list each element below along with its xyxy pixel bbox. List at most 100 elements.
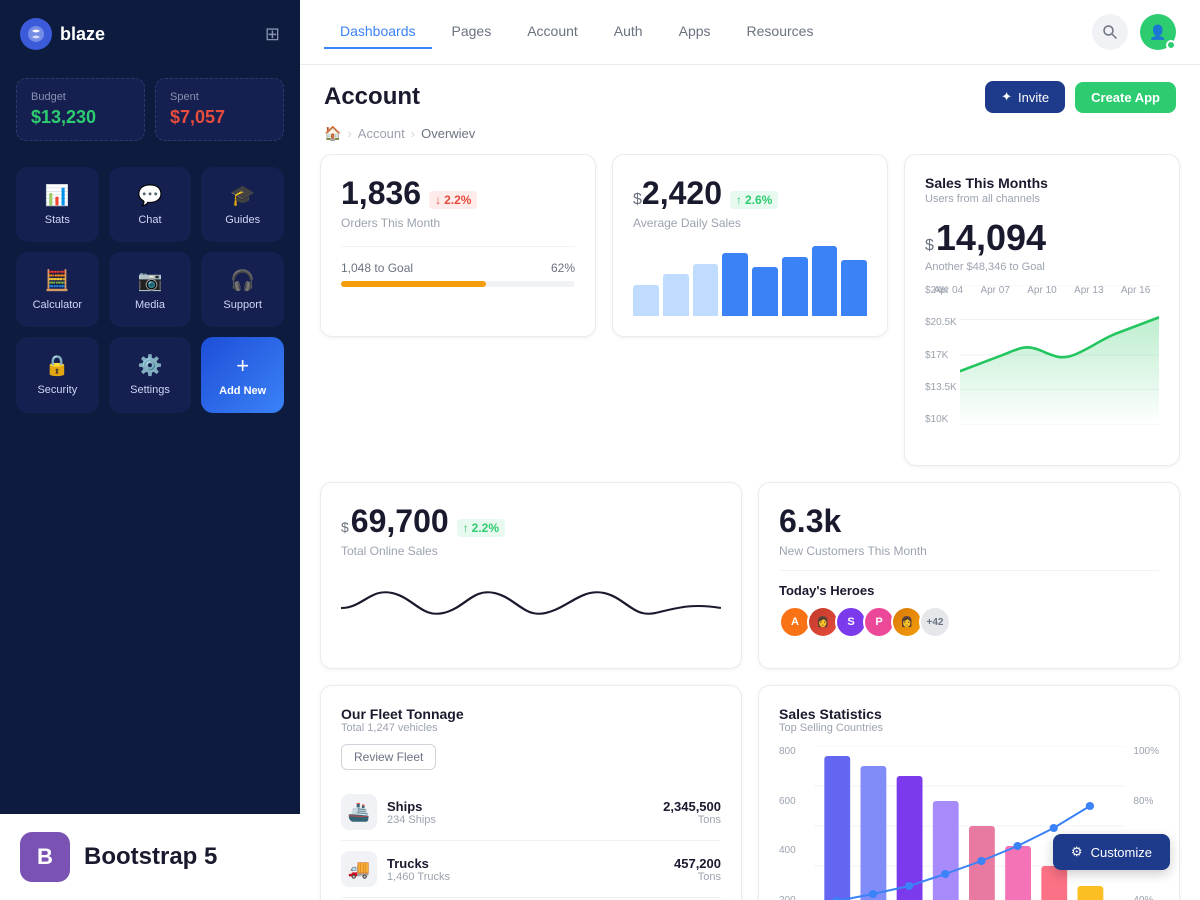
- daily-prefix: $: [633, 191, 642, 209]
- tab-pages[interactable]: Pages: [436, 15, 508, 49]
- progress-pct: 62%: [551, 261, 575, 275]
- online-label: Total Online Sales: [341, 544, 721, 558]
- sidebar-item-media[interactable]: 📷 Media: [109, 252, 192, 327]
- hero-count: +42: [919, 606, 951, 638]
- sidebar-item-settings[interactable]: ⚙️ Settings: [109, 337, 192, 413]
- y-labels-right: 100%80%60%40%: [1133, 746, 1159, 900]
- tab-account[interactable]: Account: [511, 15, 594, 49]
- calculator-icon: 🧮: [45, 268, 70, 293]
- breadcrumb-sep1: ›: [347, 126, 351, 141]
- dashboard-content: 1,836 ↓ 2.2% Orders This Month 1,048 to …: [300, 154, 1200, 900]
- settings-icon: ⚙️: [138, 353, 163, 378]
- chart-svg-area: [960, 285, 1159, 425]
- customize-label: Customize: [1091, 845, 1152, 860]
- sales-month-sub: Users from all channels: [925, 193, 1159, 205]
- stats-row-2: $ 69,700 ↑ 2.2% Total Online Sales: [320, 482, 1180, 669]
- sales-sub-text: Another $48,346 to Goal: [925, 261, 1159, 273]
- customers-value: 6.3k: [779, 503, 841, 539]
- orders-value: 1,836: [341, 175, 421, 212]
- bar-7: [812, 246, 838, 316]
- security-label: Security: [37, 384, 77, 396]
- sidebar-menu-icon[interactable]: ⊞: [265, 24, 280, 45]
- sidebar-item-guides[interactable]: 🎓 Guides: [201, 167, 284, 242]
- line-chart: $24K $20.5K $17K $13.5K $10K: [925, 285, 1159, 445]
- breadcrumb-account[interactable]: Account: [358, 126, 405, 141]
- progress-section: 1,048 to Goal 62%: [341, 246, 575, 287]
- user-avatar[interactable]: 👤: [1140, 14, 1176, 50]
- daily-badge: ↑ 2.6%: [730, 191, 778, 209]
- chat-icon: 💬: [138, 183, 163, 208]
- breadcrumb-home[interactable]: 🏠: [324, 125, 341, 142]
- bar-6: [782, 257, 808, 317]
- customize-button[interactable]: ⚙ Customize: [1053, 834, 1170, 870]
- trucks-unit: Tons: [674, 871, 721, 883]
- media-label: Media: [135, 299, 165, 311]
- chart-y-labels: $24K $20.5K $17K $13.5K $10K: [925, 285, 957, 425]
- sidebar-item-support[interactable]: 🎧 Support: [201, 252, 284, 327]
- sidebar-item-stats[interactable]: 📊 Stats: [16, 167, 99, 242]
- customers-card: 6.3k New Customers This Month Today's He…: [758, 482, 1180, 669]
- app-name: blaze: [60, 24, 105, 45]
- up-arrow-icon: ↑: [736, 193, 742, 207]
- sales-prefix: $: [925, 237, 934, 255]
- fleet-item-left-trucks: 🚚 Trucks 1,460 Trucks: [341, 851, 450, 887]
- progress-label: 1,048 to Goal: [341, 261, 413, 275]
- sales-stat-sub: Top Selling Countries: [779, 722, 1159, 734]
- mini-bar-chart: [633, 246, 867, 316]
- guides-label: Guides: [225, 214, 260, 226]
- tab-apps[interactable]: Apps: [663, 15, 727, 49]
- daily-sales-card: $ 2,420 ↑ 2.6% Average Daily Sales: [612, 154, 888, 337]
- bottom-row: Our Fleet Tonnage Total 1,247 vehicles R…: [320, 685, 1180, 900]
- bar-4: [722, 253, 748, 316]
- budget-value: $13,230: [31, 107, 130, 128]
- support-label: Support: [223, 299, 262, 311]
- online-sales-card: $ 69,700 ↑ 2.2% Total Online Sales: [320, 482, 742, 669]
- sidebar-item-addnew[interactable]: + Add New: [201, 337, 284, 413]
- bootstrap-icon: B: [20, 832, 70, 882]
- search-icon: [1102, 24, 1118, 40]
- review-fleet-button[interactable]: Review Fleet: [341, 744, 436, 770]
- sidebar-item-security[interactable]: 🔒 Security: [16, 337, 99, 413]
- fleet-item-trucks: 🚚 Trucks 1,460 Trucks 457,200 Tons: [341, 841, 721, 898]
- spent-card: Spent $7,057: [155, 78, 284, 141]
- stats-icon: 📊: [45, 183, 70, 208]
- ships-value: 2,345,500: [663, 799, 721, 814]
- support-icon: 🎧: [230, 268, 255, 293]
- bar-chart-area: 800600400200 100%80%60%40%: [779, 746, 1159, 900]
- tab-dashboards[interactable]: Dashboards: [324, 15, 432, 49]
- sales-stat-title: Sales Statistics: [779, 706, 1159, 722]
- search-button[interactable]: [1092, 14, 1128, 50]
- fleet-item-right-trucks: 457,200 Tons: [674, 856, 721, 883]
- daily-label: Average Daily Sales: [633, 216, 867, 230]
- online-badge: ↑ 2.2%: [457, 519, 505, 537]
- progress-bar-fill: [341, 281, 486, 287]
- tab-resources[interactable]: Resources: [731, 15, 830, 49]
- fleet-title: Our Fleet Tonnage: [341, 706, 721, 722]
- ships-count: 234 Ships: [387, 814, 436, 826]
- sales-month-title: Sales This Months: [925, 175, 1159, 191]
- nav-tabs: Dashboards Pages Account Auth Apps Resou…: [324, 15, 829, 49]
- plus-icon: ✦: [1001, 89, 1012, 105]
- create-app-button[interactable]: Create App: [1075, 82, 1176, 113]
- orders-badge: ↓ 2.2%: [429, 191, 477, 209]
- logo-icon: [20, 18, 52, 50]
- online-value: 69,700: [351, 503, 449, 540]
- sidebar-item-chat[interactable]: 💬 Chat: [109, 167, 192, 242]
- customers-label: New Customers This Month: [779, 544, 1159, 558]
- media-icon: 📷: [138, 268, 163, 293]
- bootstrap-badge: B Bootstrap 5: [0, 814, 300, 900]
- budget-label: Budget: [31, 91, 130, 103]
- invite-button[interactable]: ✦ Invite: [985, 81, 1065, 113]
- sidebar-item-calculator[interactable]: 🧮 Calculator: [16, 252, 99, 327]
- bar-1: [633, 285, 659, 317]
- ships-icon: 🚢: [341, 794, 377, 830]
- guides-icon: 🎓: [230, 183, 255, 208]
- sales-chart-svg: [814, 746, 1124, 900]
- fleet-item-right-ships: 2,345,500 Tons: [663, 799, 721, 826]
- tab-auth[interactable]: Auth: [598, 15, 659, 49]
- header-buttons: ✦ Invite Create App: [985, 81, 1176, 113]
- bar-3: [693, 264, 719, 317]
- calculator-label: Calculator: [33, 299, 83, 311]
- progress-bar-bg: [341, 281, 575, 287]
- bar-5: [752, 267, 778, 316]
